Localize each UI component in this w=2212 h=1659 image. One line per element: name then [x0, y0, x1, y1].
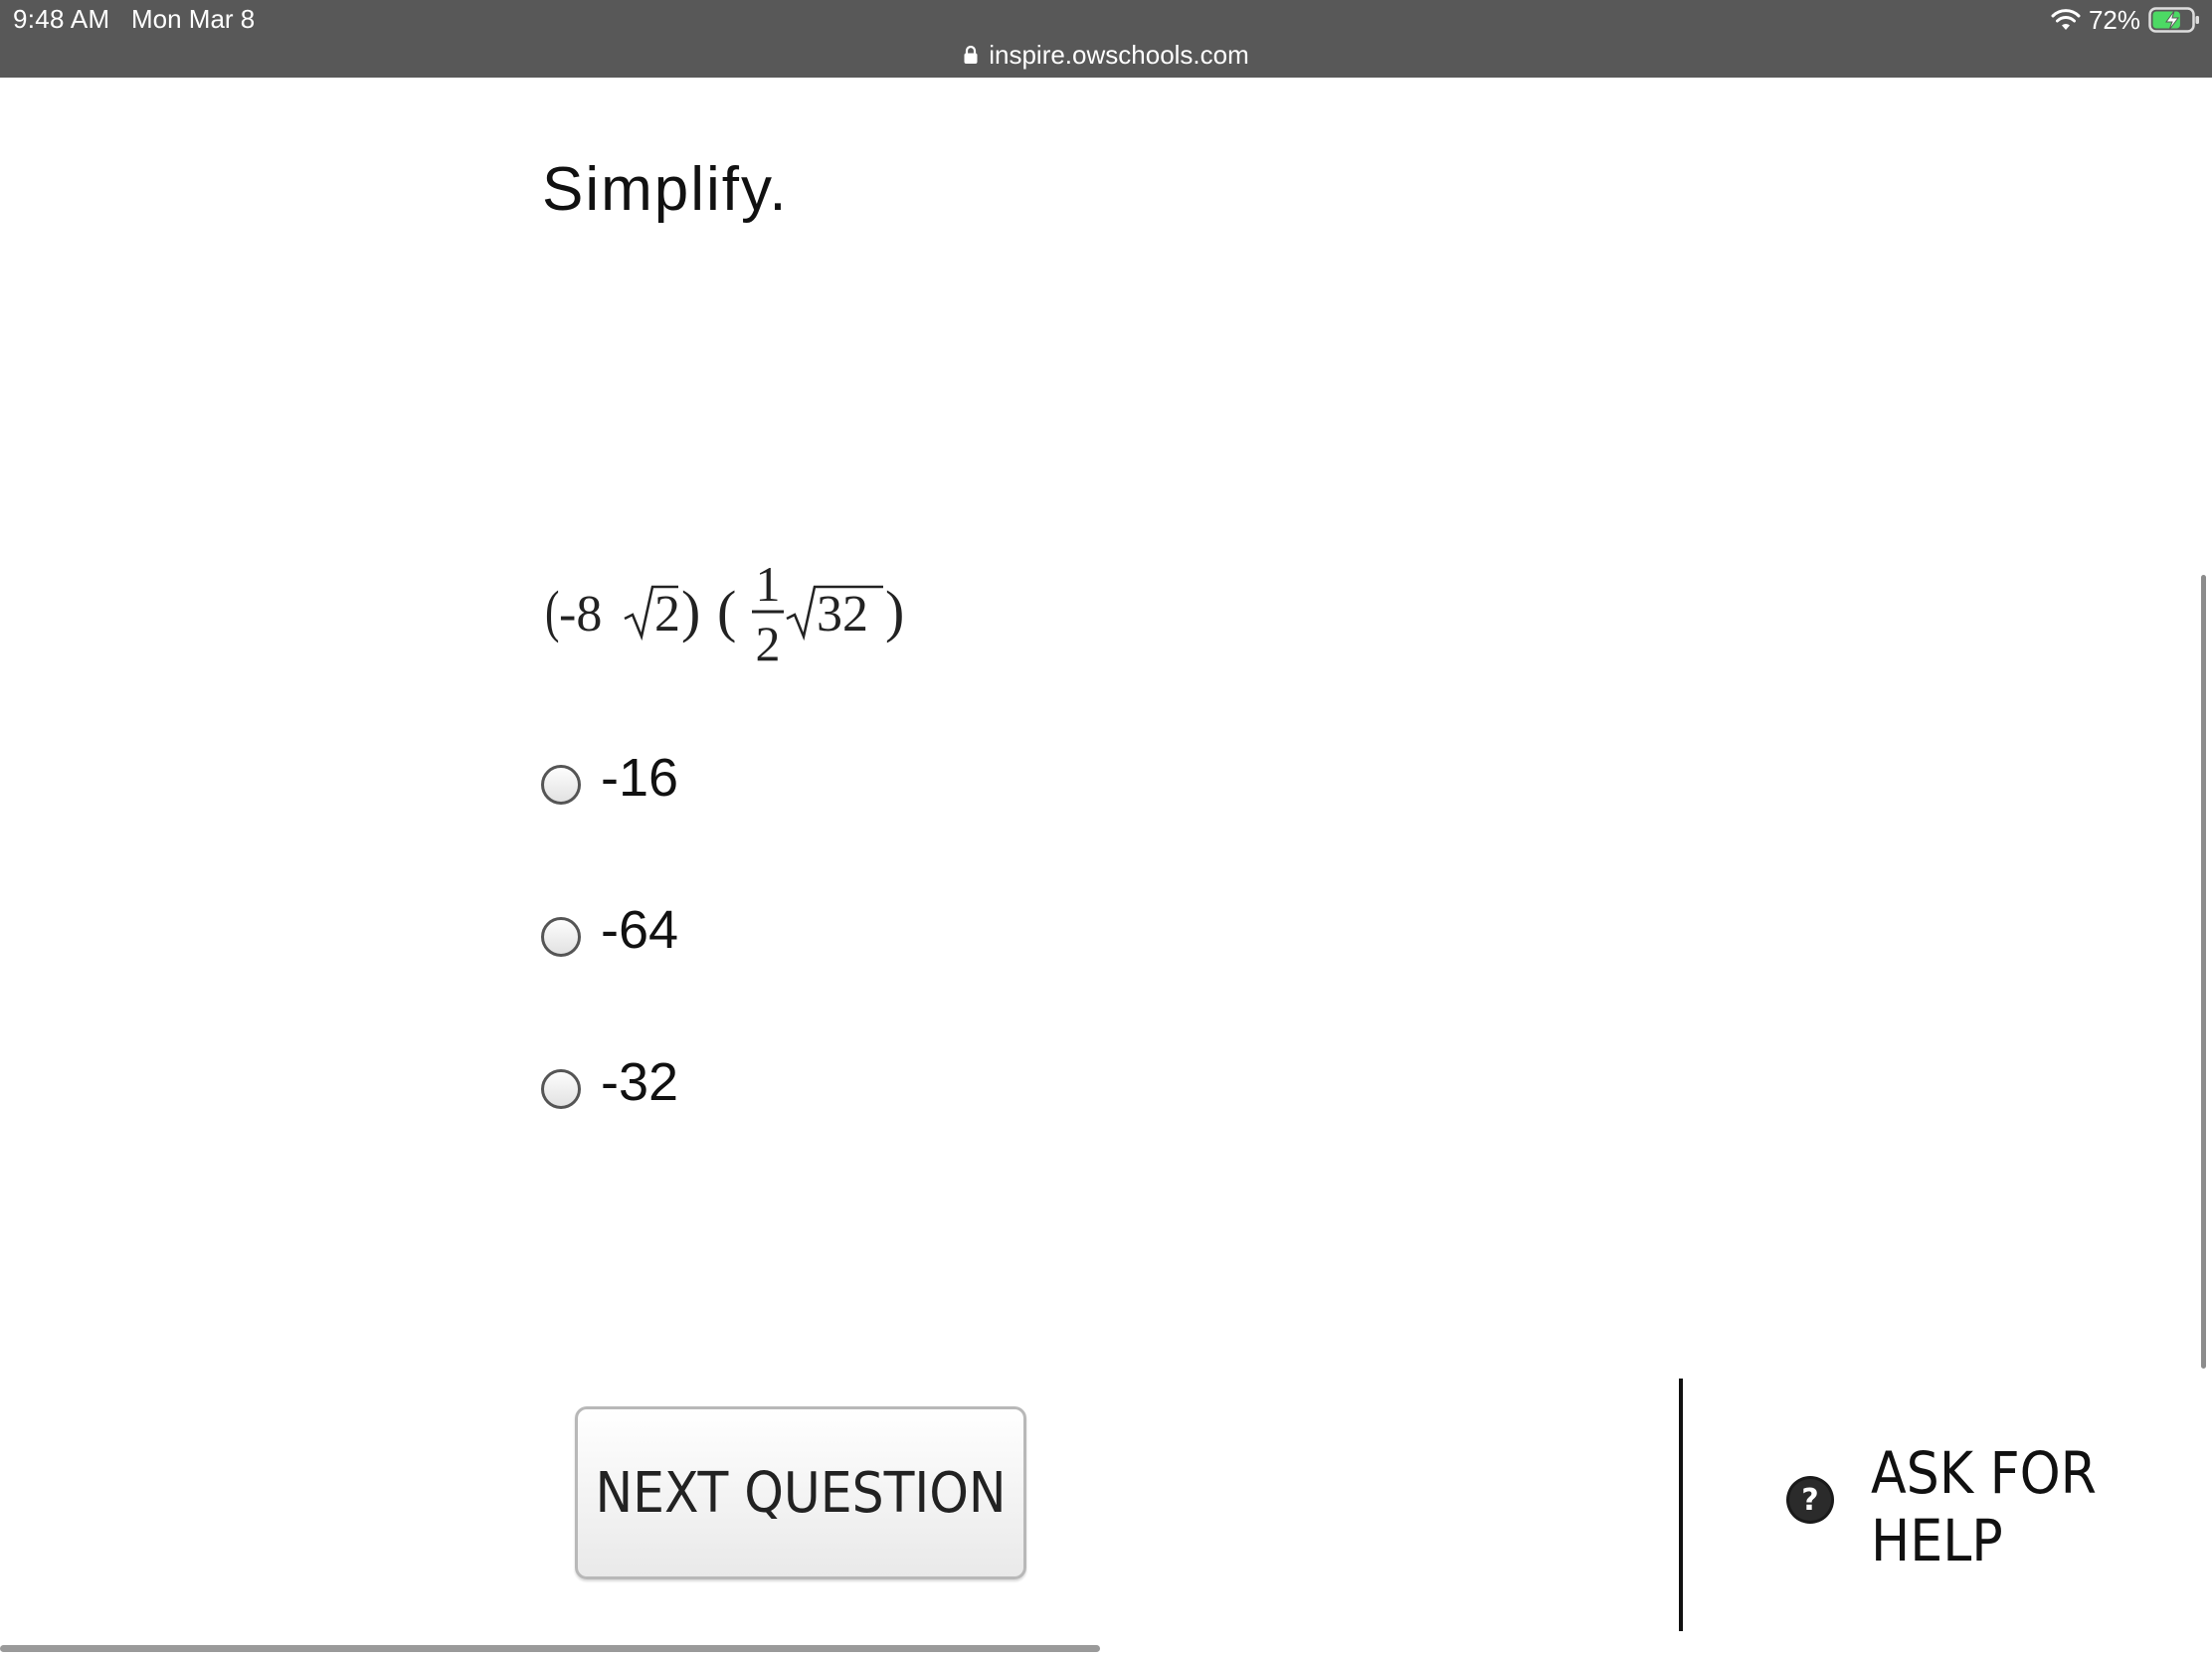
status-indicators: 72% [2051, 3, 2200, 37]
ask-for-help-label: ASK FOR HELP [1871, 1439, 2097, 1574]
status-bar: 9:48 AM Mon Mar 8 72% inspire.owschools.… [0, 0, 2212, 78]
svg-text:?: ? [1801, 1483, 1818, 1518]
lock-icon [963, 45, 989, 65]
ask-for-help-button[interactable]: ? ASK FOR HELP [1785, 1439, 2212, 1574]
status-date: Mon Mar 8 [131, 4, 256, 34]
answer-choice-3[interactable]: -32 [541, 1047, 678, 1117]
expr-radicand-2: 32 [817, 586, 868, 643]
address-bar[interactable]: inspire.owschools.com [0, 36, 2212, 74]
battery-charging-icon [2148, 6, 2200, 34]
answer-choice-1[interactable]: -16 [541, 743, 678, 813]
expr-close-paren-1: ) [681, 579, 700, 644]
answer-choice-label: -64 [601, 900, 679, 960]
expr-fraction-numerator: 1 [756, 557, 781, 612]
radio-button[interactable] [541, 1069, 581, 1109]
radio-button[interactable] [541, 765, 581, 805]
expr-radicand-1: 2 [654, 586, 680, 643]
status-time: 9:48 AM [13, 4, 110, 34]
home-indicator [0, 1645, 1100, 1652]
answer-choice-2[interactable]: -64 [541, 895, 678, 965]
scrollbar[interactable] [2201, 575, 2206, 1369]
question-title: Simplify. [542, 155, 789, 224]
expr-fraction-denominator: 2 [756, 616, 781, 671]
question-circle-icon: ? [1785, 1476, 1871, 1525]
math-expression: ( -8 2 ) ( 1 2 32 ) [545, 557, 904, 671]
answer-choice-label: -32 [601, 1052, 679, 1112]
expr-open-paren-1: ( [545, 580, 559, 644]
radio-button[interactable] [541, 917, 581, 957]
expr-open-paren-2: ( [717, 579, 736, 644]
divider [1679, 1379, 1683, 1631]
expr-close-paren-2: ) [885, 579, 904, 644]
next-question-button[interactable]: NEXT QUESTION [575, 1406, 1026, 1579]
url-text: inspire.owschools.com [989, 39, 1249, 70]
answer-choice-label: -16 [601, 748, 679, 808]
battery-percent: 72% [2088, 4, 2140, 35]
wifi-icon [2051, 8, 2081, 32]
expr-coefficient: -8 [559, 586, 602, 643]
